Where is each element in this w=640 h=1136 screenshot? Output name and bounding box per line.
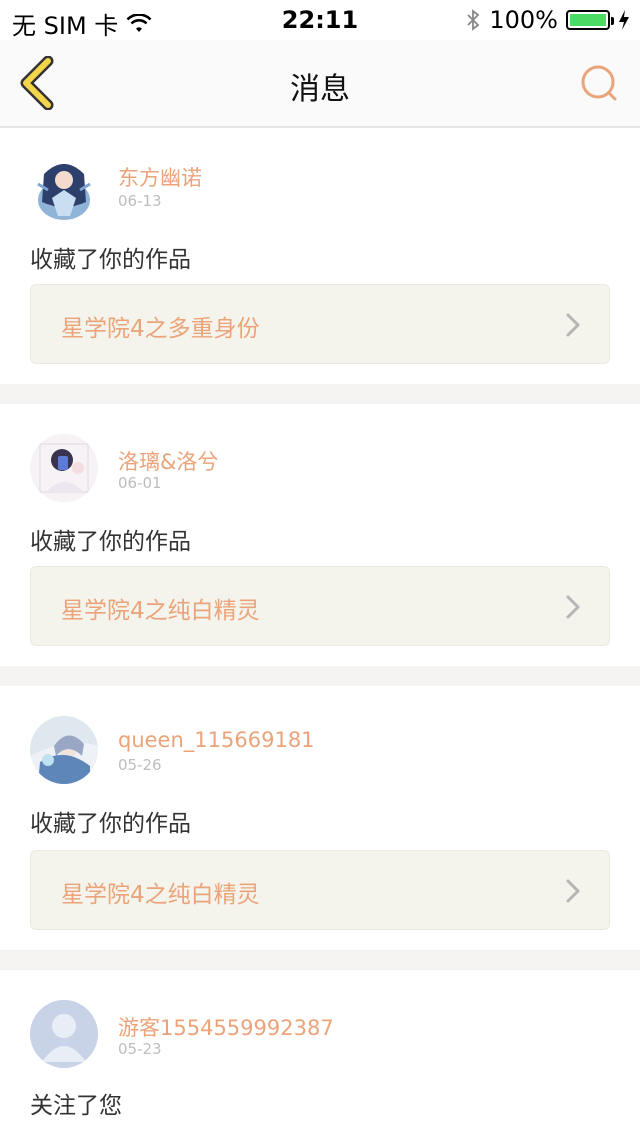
search-icon[interactable] bbox=[578, 62, 622, 106]
battery-percent: 100% bbox=[489, 6, 558, 34]
message-card: 东方幽诺 06-13 收藏了你的作品 星学院4之多重身份 bbox=[0, 128, 640, 384]
work-title: 星学院4之纯白精灵 bbox=[61, 598, 260, 624]
work-link[interactable]: 星学院4之纯白精灵 bbox=[30, 566, 610, 646]
work-title: 星学院4之多重身份 bbox=[61, 316, 260, 342]
message-date: 06-01 bbox=[118, 474, 162, 492]
username[interactable]: queen_115669181 bbox=[118, 728, 315, 752]
username[interactable]: 洛璃&洛兮 bbox=[118, 446, 218, 476]
battery-cap bbox=[611, 17, 614, 25]
message-card: 游客1554559992387 05-23 关注了您 bbox=[0, 970, 640, 1136]
work-title: 星学院4之纯白精灵 bbox=[61, 882, 260, 908]
message-action: 收藏了你的作品 bbox=[30, 247, 191, 273]
work-link[interactable]: 星学院4之纯白精灵 bbox=[30, 850, 610, 930]
message-date: 06-13 bbox=[118, 192, 162, 210]
username[interactable]: 游客1554559992387 bbox=[118, 1012, 334, 1042]
battery-level bbox=[570, 14, 606, 26]
avatar[interactable] bbox=[30, 1000, 98, 1068]
avatar[interactable] bbox=[30, 716, 98, 784]
bluetooth-icon bbox=[467, 9, 480, 31]
work-link[interactable]: 星学院4之多重身份 bbox=[30, 284, 610, 364]
avatar[interactable] bbox=[30, 154, 98, 222]
avatar[interactable] bbox=[30, 434, 98, 502]
chevron-right-icon bbox=[566, 879, 580, 903]
screen: 无 SIM 卡 22:11 100% 消息 东方幽诺 06-13 收藏了你的作品… bbox=[0, 0, 640, 1136]
username[interactable]: 东方幽诺 bbox=[118, 162, 202, 192]
chevron-right-icon bbox=[566, 595, 580, 619]
message-card: queen_115669181 05-26 收藏了你的作品 星学院4之纯白精灵 bbox=[0, 686, 640, 950]
message-card: 洛璃&洛兮 06-01 收藏了你的作品 星学院4之纯白精灵 bbox=[0, 404, 640, 666]
charging-icon bbox=[619, 10, 629, 30]
message-action: 关注了您 bbox=[30, 1093, 122, 1119]
message-action: 收藏了你的作品 bbox=[30, 811, 191, 837]
chevron-right-icon bbox=[566, 313, 580, 337]
message-action: 收藏了你的作品 bbox=[30, 529, 191, 555]
message-date: 05-23 bbox=[118, 1040, 162, 1058]
nav-bar: 消息 bbox=[0, 40, 640, 128]
status-right: 100% bbox=[465, 6, 630, 34]
message-date: 05-26 bbox=[118, 756, 162, 774]
battery-icon bbox=[566, 10, 614, 30]
page-title: 消息 bbox=[290, 72, 350, 107]
status-bar: 无 SIM 卡 22:11 100% bbox=[0, 0, 640, 40]
